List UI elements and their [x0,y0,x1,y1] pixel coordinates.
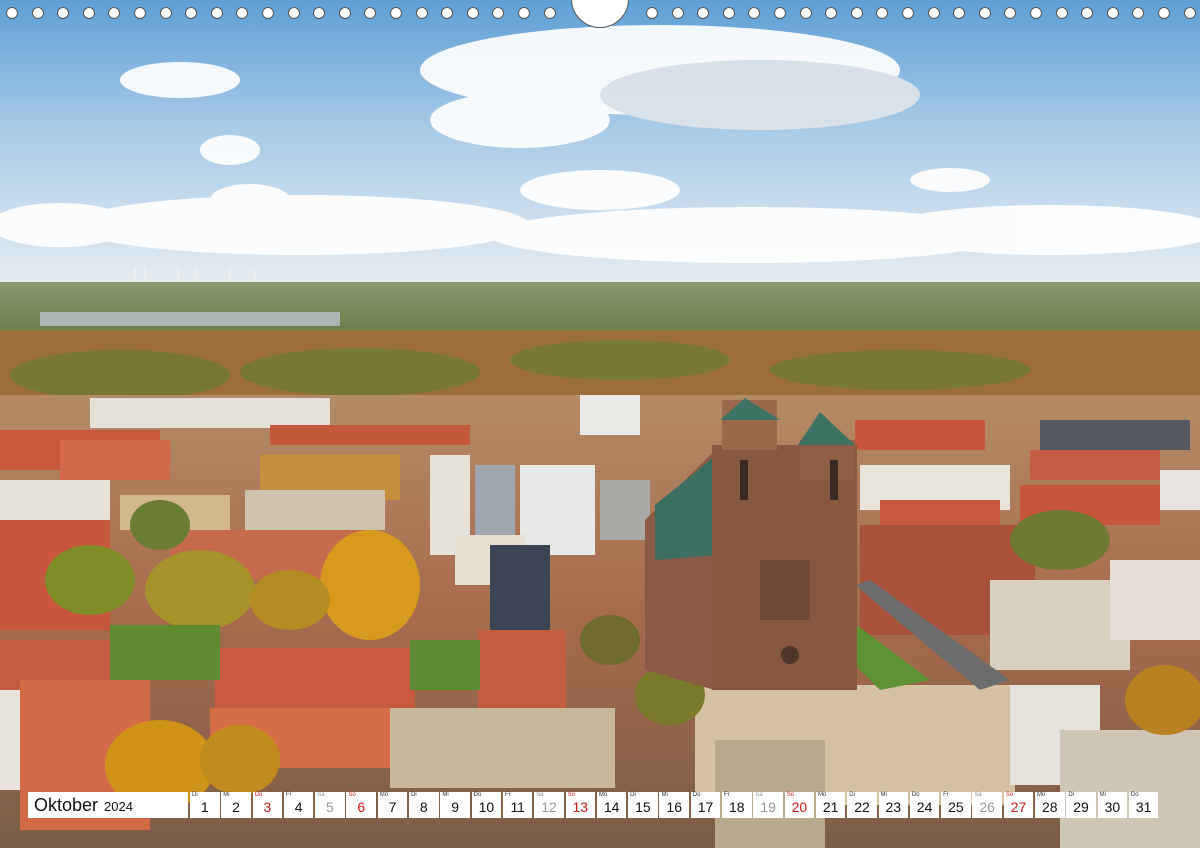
day-number: 10 [478,799,495,815]
day-number: 18 [729,799,745,815]
day-number: 13 [572,799,589,815]
day-number: 8 [419,799,428,815]
day-cell: Fr 4 [283,792,314,818]
day-number: 29 [1073,799,1089,815]
day-number: 11 [510,799,525,815]
day-number: 26 [979,799,995,815]
day-cell: Mo 21 [815,792,846,818]
day-cell: Sa 12 [534,792,564,818]
day-cell: Mo 28 [1035,792,1065,818]
day-number: 7 [388,799,397,815]
days-row: Di 1 Mi 2 Do 3 Fr 4 Sa 5 So 6 Mo 7 Di 8 Mi 9 Do 10 Fr 11 Sa 12 S… [190,792,1160,818]
day-cell: Sa 5 [315,792,345,818]
day-cell: Mo 7 [377,792,408,818]
day-cell: Fr 25 [941,792,971,818]
day-number: 31 [1135,799,1152,815]
day-cell: Mi 16 [659,792,689,818]
day-cell: Di 1 [190,792,220,818]
day-number: 16 [666,799,682,815]
day-cell: Sa 26 [972,792,1002,818]
day-cell: So 20 [784,792,815,818]
calendar-strip: Oktober 2024 Di 1 Mi 2 Do 3 Fr 4 Sa 5 So 6 Mo 7 Di 8 Mi 9… [28,792,1160,818]
day-cell: Mi 2 [221,792,251,818]
day-cell: Mi 30 [1097,792,1128,818]
day-number: 30 [1104,799,1121,815]
day-cell: So 27 [1003,792,1034,818]
day-cell: Di 15 [628,792,658,818]
month-label: Oktober 2024 [28,792,188,818]
day-number: 14 [603,799,620,815]
day-number: 19 [760,799,776,815]
day-cell: So 13 [565,792,596,818]
day-number: 21 [822,799,839,815]
day-cell: Fr 18 [722,792,752,818]
day-number: 28 [1041,799,1058,815]
day-cell: Mi 23 [878,792,909,818]
day-number: 24 [916,799,933,815]
month-name: Oktober [34,794,99,815]
day-cell: Mo 14 [596,792,627,818]
day-cell: Sa 19 [753,792,783,818]
day-cell: Di 22 [847,792,877,818]
day-cell: Di 8 [409,792,439,818]
day-number: 23 [885,799,902,815]
day-cell: Do 3 [252,792,283,818]
day-number: 15 [635,799,651,815]
day-number: 27 [1010,799,1027,815]
day-number: 5 [326,799,334,815]
day-number: 1 [200,799,209,815]
day-cell: Mi 9 [440,792,470,818]
day-number: 4 [294,799,303,815]
day-number: 6 [357,799,366,815]
day-cell: Do 17 [690,792,721,818]
day-cell: So 6 [346,792,376,818]
aerial-city-photo [0,0,1200,848]
day-number: 9 [451,799,460,815]
day-number: 12 [541,799,557,815]
day-cell: Do 24 [909,792,940,818]
day-number: 20 [791,799,808,815]
month-year: 2024 [104,798,133,814]
day-cell: Fr 11 [502,792,533,818]
day-number: 17 [697,799,714,815]
day-cell: Di 29 [1066,792,1096,818]
day-number: 22 [854,799,870,815]
day-number: 2 [232,799,240,815]
day-cell: Do 10 [471,792,502,818]
day-cell: Do 31 [1128,792,1159,818]
day-number: 3 [263,799,272,815]
day-number: 25 [948,799,964,815]
